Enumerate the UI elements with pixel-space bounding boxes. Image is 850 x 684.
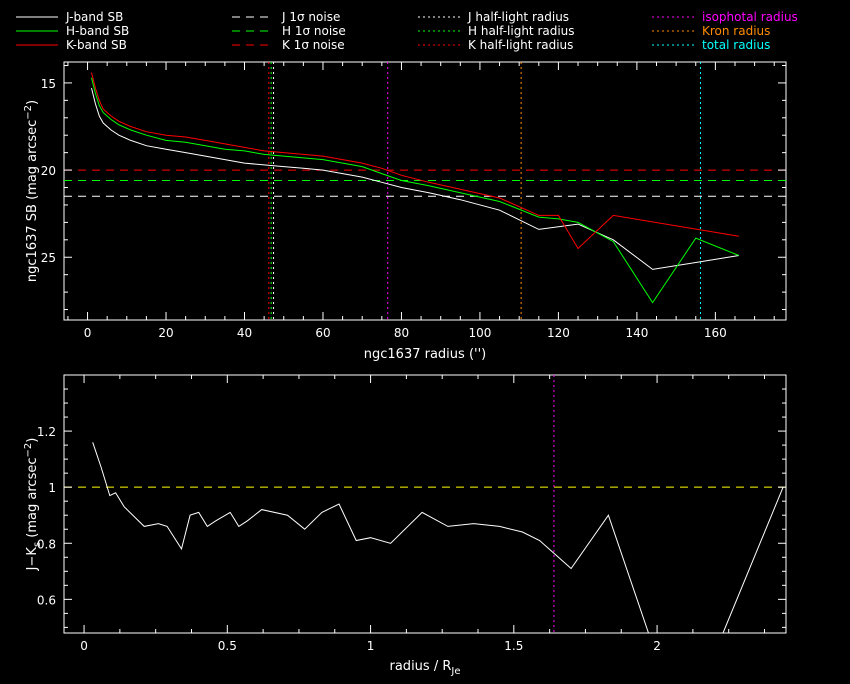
legend-label-j-1-noise: J 1σ noise [281, 10, 340, 24]
color-x-tick-label: 0 [80, 639, 88, 653]
color-y-tick-label: 1 [48, 481, 56, 495]
sb-x-tick-label: 40 [237, 326, 252, 340]
sb-x-tick-label: 60 [315, 326, 330, 340]
color-x-axis-label-sub: Je [450, 666, 460, 677]
legend-label-j-band-sb: J-band SB [65, 10, 123, 24]
legend-label-h-1-noise: H 1σ noise [282, 24, 346, 38]
sb-x-axis-label: ngc1637 radius ('') [364, 347, 486, 362]
legend-label-j-half-light-radius: J half-light radius [467, 10, 569, 24]
legend-label-h-half-light-radius: H half-light radius [468, 24, 575, 38]
chart-canvas: J-band SBH-band SBK-band SB J 1σ noiseH 1… [16, 10, 798, 677]
sb-x-tick-label: 120 [547, 326, 570, 340]
sb-ticks: 0 20 40 60 80 100 120 140 160 15 20 25 [41, 62, 786, 340]
figure: J-band SB H-band SB K-band SB J 1σ noise H 1… [0, 0, 850, 680]
sb-x-tick-label: 160 [704, 326, 727, 340]
sb-x-tick-label: 20 [158, 326, 173, 340]
color-y-axis-label-sup: −2 [23, 443, 34, 458]
color-x-tick-label: 2 [653, 639, 661, 653]
legend-label-kron-radius: Kron radius [702, 24, 770, 38]
color-y-tick-label: 0.6 [37, 593, 56, 607]
sb-y-tick-label: 15 [41, 77, 56, 91]
sb-profile-panel: 0 20 40 60 80 100 120 140 160 15 20 25 ngc1637 radi… [23, 61, 787, 362]
color-profile-panel: 0 0.5 1 1.5 20.60.811.2 radius / RJe J−Ks (m… [23, 374, 787, 677]
color-y-axis-label-close: ) [25, 438, 40, 443]
sb-x-tick-label: 0 [84, 326, 92, 340]
color-y-axis-label-main: J−K [25, 547, 40, 572]
color-x-tick-label: 1.5 [504, 639, 523, 653]
color-y-axis-label: J−Ks (mag arcsec−2) [23, 438, 43, 572]
color-x-tick-label: 0.5 [218, 639, 237, 653]
color-ticks: 0 0.5 1 1.5 20.60.811.2 [37, 374, 786, 653]
sb-y-tick-label: 25 [41, 251, 56, 265]
color-x-tick-label: 1 [367, 639, 375, 653]
color-y-axis-label-rest: (mag arcsec [25, 458, 40, 542]
sb-x-tick-label: 140 [625, 326, 648, 340]
sb-y-axis-label-close: ) [25, 100, 40, 105]
legend: J-band SBH-band SBK-band SB J 1σ noiseH 1… [16, 10, 798, 52]
color-data-area [64, 375, 786, 633]
sb-y-axis-label-main: ngc1637 SB (mag arcsec [25, 120, 40, 282]
sb-series-k-band-sb [91, 72, 739, 250]
sb-plot-marks: 0 20 40 60 80 100 120 140 160 15 20 25 [41, 62, 786, 340]
color-x-axis-label: radius / RJe [390, 659, 461, 677]
color-y-tick-label: 1.2 [37, 425, 56, 439]
sb-x-tick-label: 80 [394, 326, 409, 340]
color-plot-marks: 0 0.5 1 1.5 20.60.811.2 [37, 374, 786, 653]
legend-label-k-band-sb: K-band SB [66, 38, 127, 52]
color-plot-frame [63, 374, 787, 634]
legend-label-isophotal-radius: isophotal radius [702, 10, 798, 24]
sb-data-area [64, 62, 786, 320]
sb-x-tick-label: 100 [468, 326, 491, 340]
sb-y-axis-label: ngc1637 SB (mag arcsec−2) [23, 100, 40, 282]
sb-plot-frame [63, 61, 787, 321]
sb-y-axis-label-sup: −2 [23, 105, 34, 120]
sb-y-tick-label: 20 [41, 164, 56, 178]
legend-label-k-1-noise: K 1σ noise [282, 38, 345, 52]
color-x-axis-label-main: radius / R [390, 659, 452, 674]
legend-label-k-half-light-radius: K half-light radius [468, 38, 573, 52]
legend-label-h-band-sb: H-band SB [66, 24, 129, 38]
legend-label-total-radius: total radius [702, 38, 770, 52]
